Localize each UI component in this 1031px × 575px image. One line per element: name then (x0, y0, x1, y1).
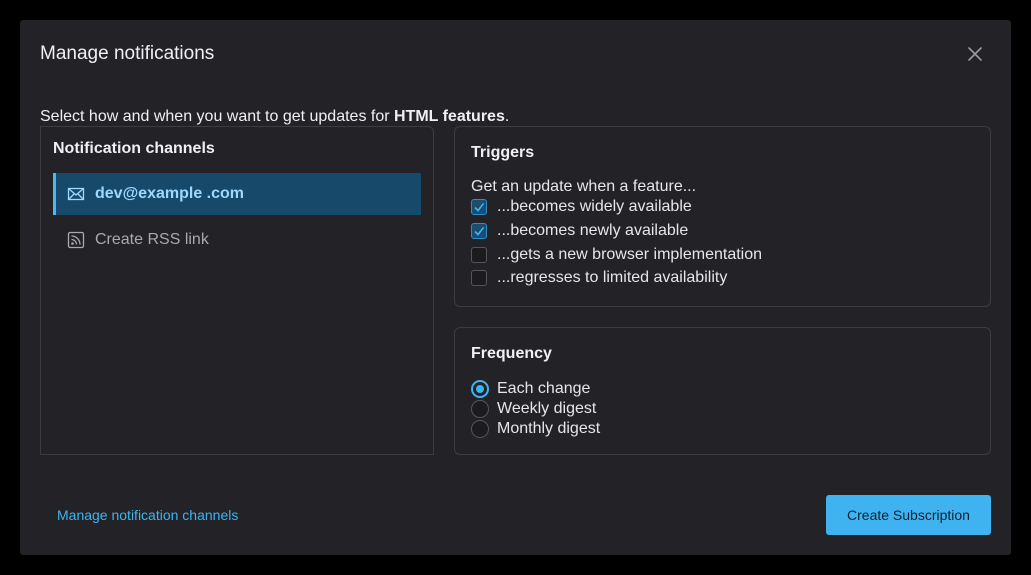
radio-weekly-digest[interactable] (471, 400, 489, 418)
trigger-label: ...becomes newly available (497, 222, 689, 239)
frequency-label: Weekly digest (497, 400, 597, 417)
channel-rss-label: Create RSS link (95, 231, 209, 248)
radio-each-change[interactable] (471, 380, 489, 398)
manage-notification-channels-link[interactable]: Manage notification channels (57, 507, 238, 523)
frequency-option-weekly[interactable]: Weekly digest (471, 400, 596, 418)
channels-title: Notification channels (53, 140, 215, 157)
frequency-option-each[interactable]: Each change (471, 380, 590, 398)
triggers-panel: Triggers Get an update when a feature...… (454, 126, 991, 307)
trigger-label: ...gets a new browser implementation (497, 246, 763, 263)
triggers-description: Get an update when a feature... (471, 178, 697, 195)
intro-prefix: Select how and when you want to get upda… (40, 108, 395, 125)
frequency-title: Frequency (471, 345, 552, 362)
trigger-option-widely[interactable]: ...becomes widely available (471, 198, 692, 216)
checkbox-regresses[interactable] (471, 270, 487, 286)
checkbox-widely-available[interactable] (471, 199, 487, 215)
frequency-panel: Frequency Each change Weekly digest Mont… (454, 327, 991, 455)
trigger-option-newly[interactable]: ...becomes newly available (471, 222, 688, 240)
channel-item-email[interactable]: dev@example .com (53, 173, 421, 215)
trigger-option-regresses[interactable]: ...regresses to limited availability (471, 269, 727, 287)
trigger-label: ...regresses to limited availability (497, 269, 728, 286)
checkmark-icon (474, 203, 485, 212)
channel-email-label: dev@example .com (95, 185, 244, 202)
close-icon[interactable] (966, 45, 984, 63)
triggers-title: Triggers (471, 144, 535, 161)
manage-notifications-dialog: Manage notifications Select how and when… (20, 20, 1011, 555)
radio-monthly-digest[interactable] (471, 420, 489, 438)
channel-item-rss[interactable]: Create RSS link (53, 219, 421, 261)
create-subscription-button[interactable]: Create Subscription (826, 495, 991, 535)
dialog-title: Manage notifications (40, 43, 215, 64)
frequency-label: Monthly digest (497, 420, 601, 437)
intro-text: Select how and when you want to get upda… (40, 108, 509, 126)
frequency-option-monthly[interactable]: Monthly digest (471, 420, 600, 438)
notification-channels-panel: Notification channels dev@example .com C… (40, 126, 434, 455)
frequency-label: Each change (497, 380, 591, 397)
checkmark-icon (474, 227, 485, 236)
intro-feature-name: HTML features (394, 108, 505, 125)
checkbox-new-implementation[interactable] (471, 247, 487, 263)
trigger-option-implementation[interactable]: ...gets a new browser implementation (471, 246, 762, 264)
mail-icon (67, 185, 85, 203)
intro-suffix: . (504, 108, 510, 125)
checkbox-newly-available[interactable] (471, 223, 487, 239)
rss-icon (67, 231, 85, 249)
trigger-label: ...becomes widely available (497, 198, 692, 215)
